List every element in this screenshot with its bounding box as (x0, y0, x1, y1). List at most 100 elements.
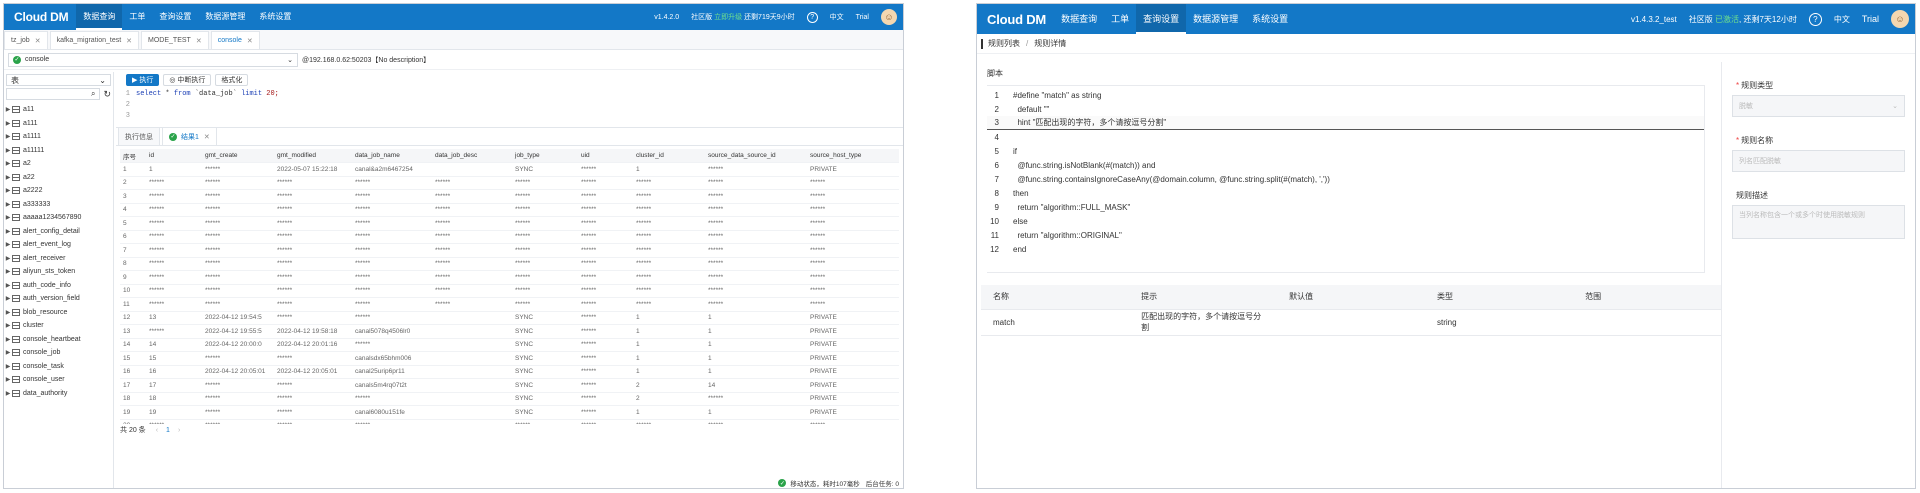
table-cell[interactable]: ****** (202, 243, 274, 258)
caret-right-icon[interactable]: ▶ (4, 295, 12, 302)
table-cell[interactable]: canal25urip6pr11 (352, 365, 432, 379)
table-cell[interactable]: ****** (512, 216, 578, 231)
refresh-icon[interactable]: ↻ (103, 89, 111, 100)
table-cell[interactable]: ****** (578, 270, 633, 285)
nav-datasource[interactable]: 数据源管理 (1186, 4, 1245, 34)
table-cell[interactable]: ****** (705, 284, 807, 298)
table-cell[interactable]: ****** (146, 203, 202, 217)
table-cell[interactable]: ****** (578, 405, 633, 420)
caret-right-icon[interactable]: ▶ (4, 133, 12, 140)
table-cell[interactable]: 1 (633, 324, 705, 339)
table-cell[interactable]: ****** (146, 216, 202, 231)
table-cell[interactable]: ****** (274, 257, 352, 271)
column-header[interactable]: id (146, 149, 202, 163)
table-cell[interactable]: ****** (705, 230, 807, 244)
table-cell[interactable]: 2022-04-12 20:01:16 (274, 338, 352, 352)
close-icon[interactable]: ✕ (247, 37, 253, 45)
nav-system-settings[interactable]: 系统设置 (1245, 4, 1295, 34)
table-cell[interactable]: ****** (202, 216, 274, 231)
table-row[interactable]: 11 ****** ****** ****** ****** ****** ****** **… (120, 297, 899, 312)
table-cell[interactable]: 7 (120, 243, 146, 258)
caret-right-icon[interactable]: ▶ (4, 106, 12, 113)
close-icon[interactable]: ✕ (196, 37, 202, 45)
table-cell[interactable]: SYNC (512, 324, 578, 339)
table-cell[interactable]: ****** (202, 351, 274, 366)
table-cell[interactable]: ****** (352, 189, 432, 204)
table-cell[interactable]: PRIVATE (807, 162, 899, 177)
column-header[interactable]: job_type (512, 149, 578, 163)
table-row[interactable]: 9 ****** ****** ****** ****** ****** ****** ***… (120, 270, 899, 285)
table-row[interactable]: 7 ****** ****** ****** ****** ****** ****** ***… (120, 243, 899, 258)
table-cell[interactable]: 1 (705, 365, 807, 379)
table-cell[interactable]: 14 (146, 338, 202, 352)
table-cell[interactable]: ****** (146, 270, 202, 285)
table-cell[interactable]: ****** (352, 243, 432, 258)
column-header[interactable]: cluster_id (633, 149, 705, 163)
table-cell[interactable]: ****** (274, 189, 352, 204)
table-cell[interactable]: ****** (705, 297, 807, 312)
column-header[interactable]: gmt_create (202, 149, 274, 163)
table-cell[interactable]: 1 (705, 351, 807, 366)
table-cell[interactable]: 2 (633, 392, 705, 406)
table-cell[interactable]: ****** (512, 297, 578, 312)
table-row[interactable]: 16 16 2022-04-12 20:05:01 2022-04-12 20:05:… (120, 365, 899, 379)
table-cell[interactable]: ****** (578, 365, 633, 379)
table-cell[interactable] (432, 405, 512, 420)
table-row[interactable]: 18 18 ****** ****** ****** SYNC ****** 2 ****** P… (120, 392, 899, 406)
table-cell[interactable]: ****** (633, 203, 705, 217)
search-input[interactable]: ⌕ (6, 88, 101, 100)
table-cell[interactable]: 19 (120, 405, 146, 420)
table-cell[interactable]: 16 (120, 365, 146, 379)
background-tasks[interactable]: 后台任务: 0 (866, 478, 899, 488)
table-cell[interactable]: ****** (633, 216, 705, 231)
tree-item[interactable]: ▶ cluster (4, 319, 113, 333)
table-cell[interactable]: PRIVATE (807, 311, 899, 325)
table-cell[interactable]: ****** (807, 189, 899, 204)
table-cell[interactable]: ****** (578, 311, 633, 325)
caret-right-icon[interactable]: ▶ (4, 214, 12, 221)
table-cell[interactable]: ****** (202, 189, 274, 204)
table-cell[interactable]: 1 (120, 162, 146, 177)
table-cell[interactable]: ****** (512, 270, 578, 285)
table-row[interactable]: 15 15 ****** ****** canalsdx65bhm006 SYNC ****… (120, 351, 899, 366)
table-cell[interactable]: ****** (352, 284, 432, 298)
table-cell[interactable]: ****** (432, 176, 512, 190)
caret-right-icon[interactable]: ▶ (4, 187, 12, 194)
table-cell[interactable]: 8 (120, 257, 146, 271)
table-cell[interactable]: ****** (705, 176, 807, 190)
connection-select[interactable]: ✓ console ⌄ (8, 52, 298, 67)
tree-item[interactable]: ▶ a2222 (4, 184, 113, 198)
table-cell[interactable]: ****** (578, 176, 633, 190)
table-cell[interactable]: SYNC (512, 311, 578, 325)
tab-exec-info[interactable]: 执行信息 (118, 127, 160, 145)
table-cell[interactable]: ****** (633, 176, 705, 190)
table-cell[interactable]: ****** (578, 216, 633, 231)
tree-item[interactable]: ▶ a1111 (4, 130, 113, 144)
table-cell[interactable]: ****** (578, 162, 633, 177)
table-cell[interactable]: PRIVATE (807, 378, 899, 393)
table-cell[interactable]: PRIVATE (807, 338, 899, 352)
table-cell[interactable]: ****** (807, 176, 899, 190)
table-cell[interactable]: SYNC (512, 338, 578, 352)
table-cell[interactable]: ****** (578, 203, 633, 217)
prev-page-icon[interactable]: ‹ (156, 427, 158, 434)
table-cell[interactable]: 2022-04-12 19:58:18 (274, 324, 352, 339)
table-cell[interactable]: ****** (578, 297, 633, 312)
table-cell[interactable]: PRIVATE (807, 365, 899, 379)
table-cell[interactable]: ****** (807, 270, 899, 285)
table-cell[interactable]: ****** (146, 284, 202, 298)
table-cell[interactable]: ****** (578, 351, 633, 366)
caret-right-icon[interactable]: ▶ (4, 309, 12, 316)
table-cell[interactable]: 1 (705, 324, 807, 339)
table-cell[interactable]: ****** (202, 203, 274, 217)
table-cell[interactable]: ****** (202, 405, 274, 420)
table-row[interactable]: 4 ****** ****** ****** ****** ****** ****** ***… (120, 203, 899, 217)
table-cell[interactable]: ****** (274, 311, 352, 325)
table-cell[interactable]: ****** (432, 230, 512, 244)
table-cell[interactable]: canal6080u151fe (352, 405, 432, 420)
caret-right-icon[interactable]: ▶ (4, 160, 12, 167)
nav-ticket[interactable]: 工单 (122, 4, 152, 30)
table-cell[interactable]: ****** (146, 324, 202, 339)
table-cell[interactable]: ****** (633, 230, 705, 244)
table-cell[interactable]: PRIVATE (807, 392, 899, 406)
